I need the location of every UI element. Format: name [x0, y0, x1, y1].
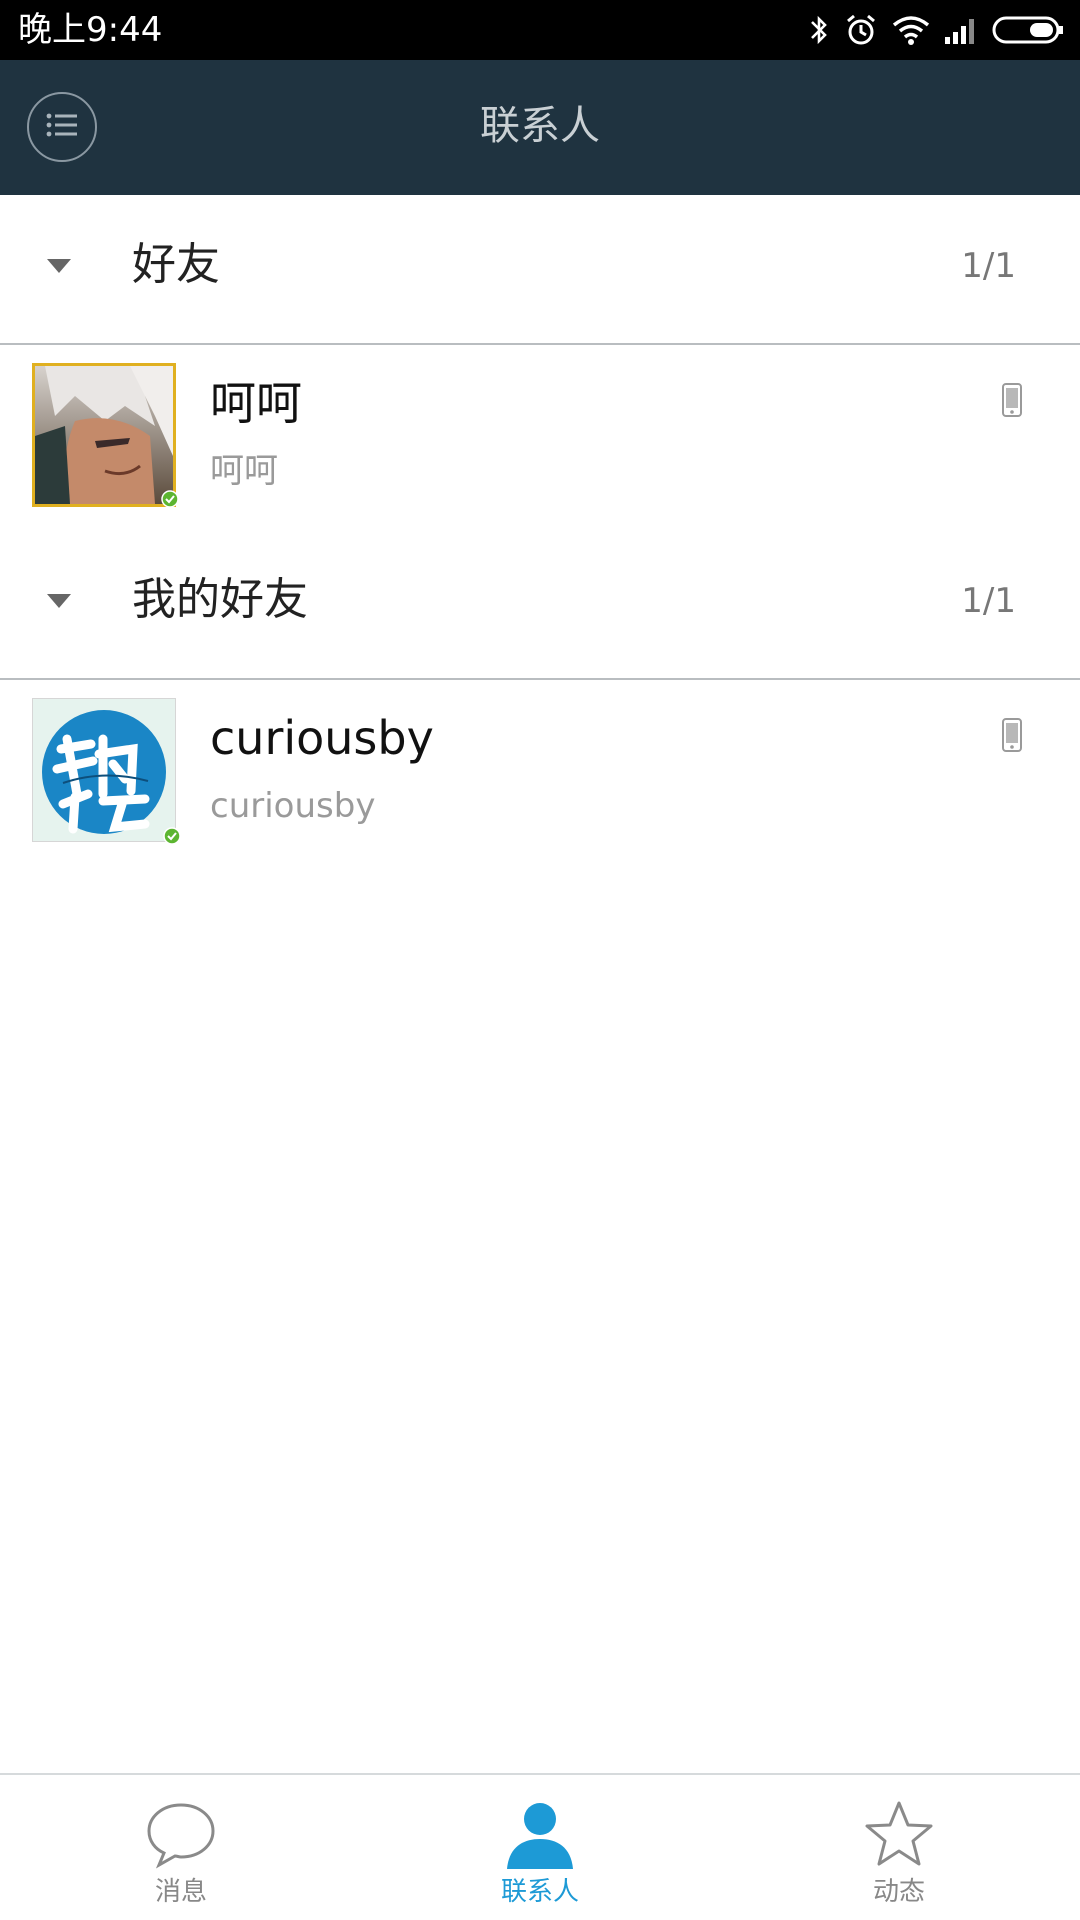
bottom-nav: 消息 联系人 动态: [0, 1773, 1080, 1920]
tab-label: 消息: [154, 1877, 207, 1907]
tab-label: 联系人: [500, 1877, 579, 1907]
group-count: 1/1: [961, 246, 1016, 286]
collapse-arrow-icon: [47, 259, 71, 273]
group-header-friends[interactable]: 好友 1/1: [0, 195, 1080, 335]
group-name: 我的好友: [132, 574, 308, 625]
avatar: [32, 363, 179, 508]
wifi-icon: [892, 14, 930, 46]
online-check-icon: [163, 827, 181, 845]
contact-signature: curiousby: [210, 786, 376, 826]
tab-moments[interactable]: 动态: [799, 1775, 999, 1920]
blue-circle-text-avatar: [33, 699, 175, 841]
status-bar: 晚上9:44: [0, 0, 1080, 60]
tab-messages[interactable]: 消息: [81, 1775, 281, 1920]
signal-icon: [944, 15, 978, 45]
person-icon: [507, 1803, 573, 1869]
tab-label: 动态: [872, 1877, 925, 1907]
battery-icon: [992, 15, 1064, 45]
anime-character-avatar: [35, 366, 173, 504]
phone-icon: [1002, 718, 1022, 752]
phone-icon: [1002, 383, 1022, 417]
chat-bubble-icon: [147, 1803, 215, 1869]
alarm-icon: [844, 13, 878, 47]
app-bar: 联系人: [0, 60, 1080, 195]
avatar: [32, 698, 181, 845]
contact-signature: 呵呵: [210, 451, 278, 491]
status-icons: [808, 8, 1064, 52]
star-icon: [865, 1801, 933, 1866]
page-title: 联系人: [480, 103, 600, 149]
group-name: 好友: [132, 239, 220, 290]
contact-name: curiousby: [210, 711, 434, 765]
status-time: 晚上9:44: [18, 10, 163, 50]
contact-name: 呵呵: [210, 376, 302, 430]
contact-row[interactable]: curiousby curiousby: [0, 680, 1080, 860]
group-header-my-friends[interactable]: 我的好友 1/1: [0, 530, 1080, 670]
tab-contacts[interactable]: 联系人: [440, 1775, 640, 1920]
group-count: 1/1: [961, 581, 1016, 621]
bluetooth-icon: [808, 13, 830, 47]
collapse-arrow-icon: [47, 594, 71, 608]
online-check-icon: [161, 490, 179, 508]
contact-row[interactable]: 呵呵 呵呵: [0, 345, 1080, 525]
